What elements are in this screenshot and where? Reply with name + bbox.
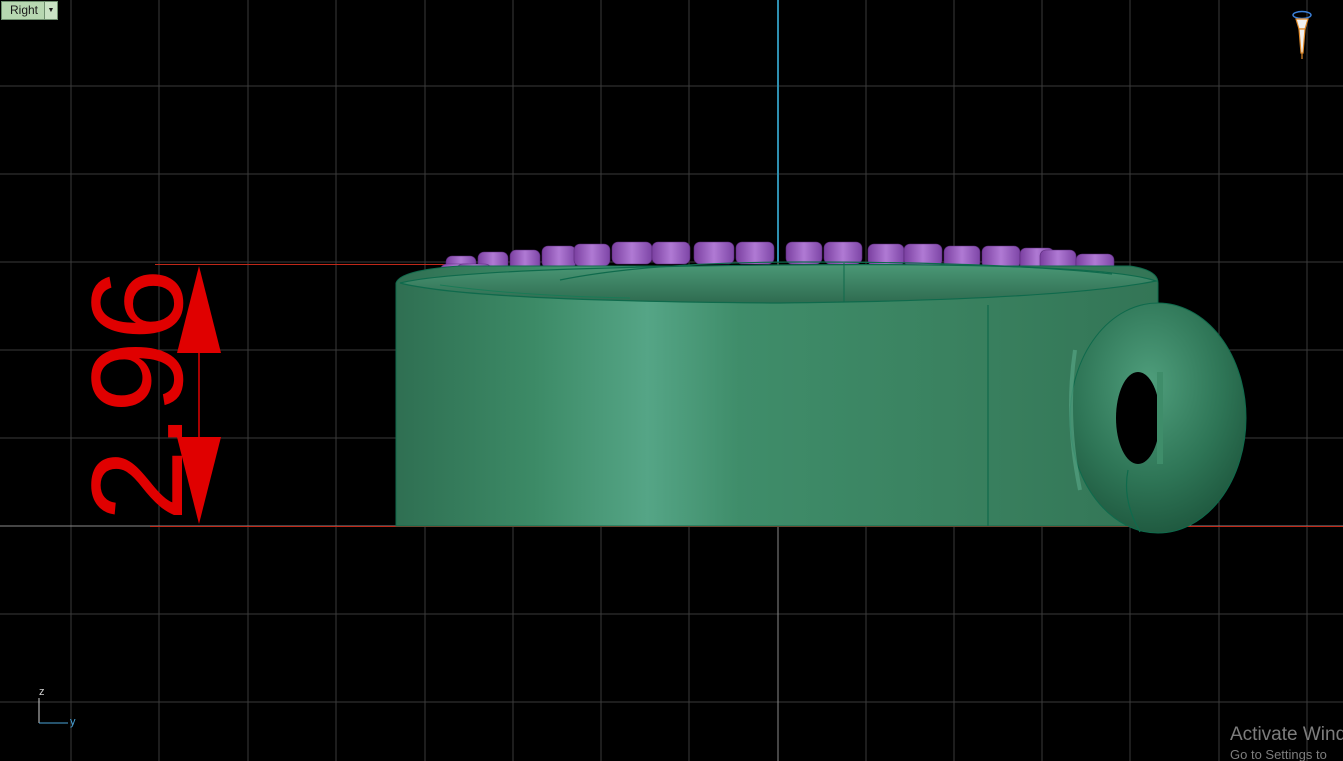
activation-title: Activate Wind	[1230, 724, 1343, 745]
dimension-annotation[interactable]: 2.96	[64, 266, 221, 524]
viewport-right[interactable]: 2.96 Right ▼ z y Activate Wind Go to Set…	[0, 0, 1343, 761]
stone-setting	[693, 241, 735, 265]
stone-setting	[785, 241, 823, 265]
axis-triad: z y	[30, 686, 90, 736]
stone-setting	[541, 245, 577, 269]
stone-setting	[735, 241, 775, 265]
scene-canvas[interactable]: 2.96	[0, 0, 1343, 761]
view-label-button[interactable]: Right ▼	[1, 1, 59, 20]
chevron-down-icon[interactable]: ▼	[44, 2, 58, 19]
stone-setting	[981, 245, 1021, 269]
stone-setting	[651, 241, 691, 265]
stone-setting	[611, 241, 653, 265]
axis-z-label: z	[39, 686, 45, 698]
camera-gizmo-icon[interactable]	[1287, 9, 1317, 63]
stone-setting	[823, 241, 863, 265]
view-label-text: Right	[10, 3, 39, 17]
activation-subtitle: Go to Settings to	[1230, 747, 1327, 761]
windows-activation-watermark: Activate Wind Go to Settings to	[1230, 723, 1343, 761]
stone-setting	[573, 243, 611, 267]
ring-body[interactable]	[395, 261, 1159, 527]
bail-loop[interactable]	[1069, 302, 1247, 534]
dimension-value: 2.96	[64, 268, 210, 521]
axis-y-label: y	[70, 716, 76, 728]
